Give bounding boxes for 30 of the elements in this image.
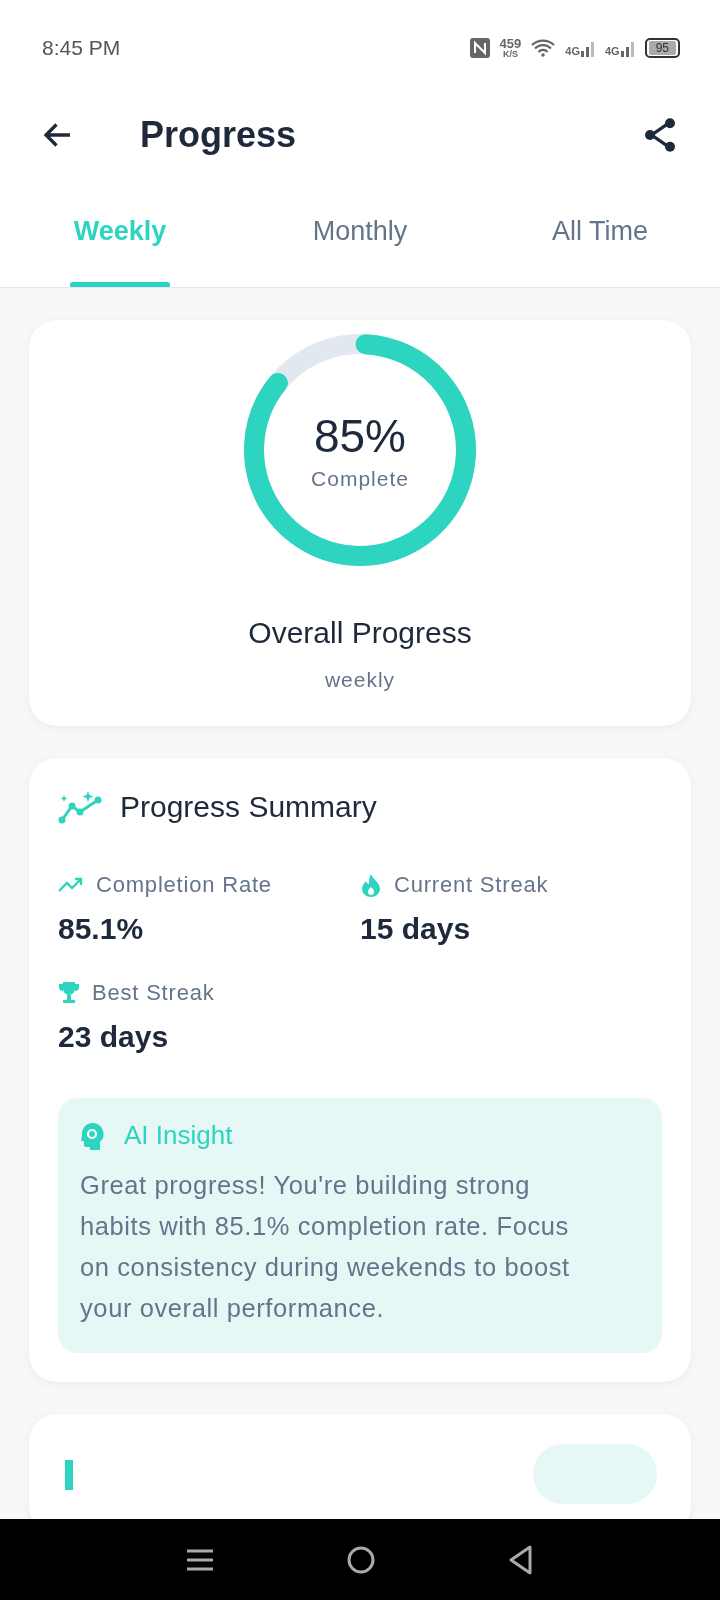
trophy-icon	[58, 981, 80, 1005]
flame-icon	[360, 873, 382, 897]
stat-value: 23 days	[58, 1020, 170, 1054]
sparkle-chart-icon	[58, 790, 104, 824]
progress-caption: Complete	[311, 467, 409, 491]
stat-value: 15 days	[360, 912, 472, 946]
stat-label: Best Streak	[92, 980, 215, 1006]
card-title: Overall Progress	[248, 616, 472, 650]
insight-title: AI Insight	[124, 1120, 233, 1151]
status-time: 8:45 PM	[42, 35, 122, 60]
card-title: Progress Summary	[120, 790, 377, 824]
wifi-icon	[531, 38, 556, 57]
stat-label: Completion Rate	[96, 872, 272, 898]
battery-icon: 95	[644, 37, 680, 58]
network-speed: 459	[499, 36, 522, 50]
head-gear-icon	[80, 1121, 106, 1150]
page-title: Progress	[140, 114, 298, 156]
tab[interactable]: All Time	[480, 175, 720, 287]
nfc-icon	[469, 37, 490, 58]
chart-icon	[65, 1460, 73, 1490]
network-label: 4G	[565, 44, 580, 57]
speed-unit: K/S	[502, 49, 518, 59]
tab[interactable]: Monthly	[240, 175, 480, 287]
insight-text: Great progress! You're building strong habits with 85.1% completion rate. Focus on consistency during weekends to boost your overall performance.	[80, 1170, 571, 1324]
stat-value: 85.1%	[58, 912, 145, 946]
network-label: 4G	[604, 44, 620, 57]
progress-percent: 85%	[313, 409, 407, 463]
trend-up-icon	[58, 876, 84, 894]
stat-label: Current Streak	[394, 872, 549, 898]
period-label: weekly	[324, 668, 396, 692]
